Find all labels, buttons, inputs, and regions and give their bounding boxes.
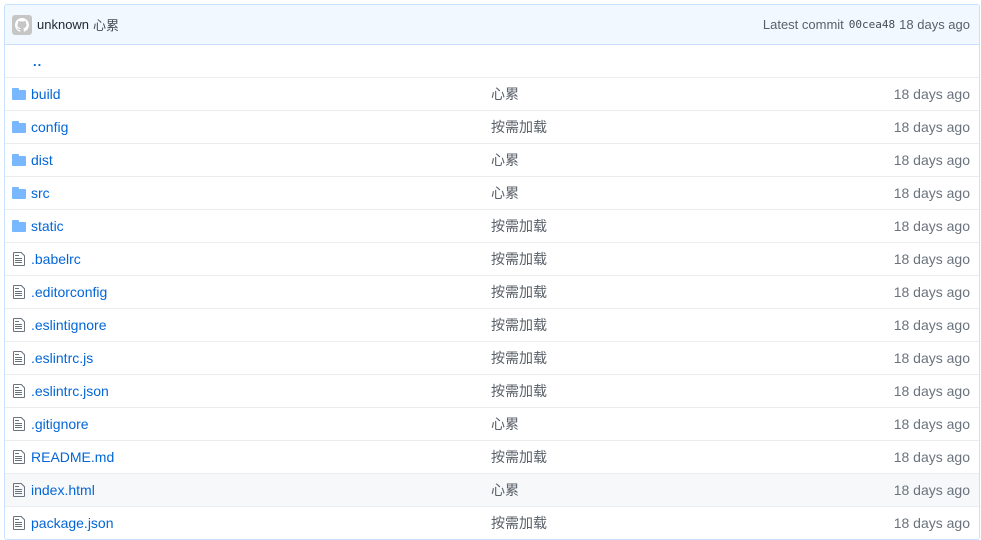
file-icon — [11, 350, 27, 366]
commit-age: 18 days ago — [893, 317, 970, 333]
github-avatar-icon[interactable] — [12, 14, 32, 35]
file-icon — [11, 383, 27, 399]
folder-icon — [11, 218, 27, 234]
latest-commit-bar: unknown 心累 Latest commit 00cea48 18 days… — [5, 5, 979, 45]
file-name-link[interactable]: .eslintignore — [31, 317, 491, 333]
commit-sha[interactable]: 00cea48 — [849, 18, 895, 31]
commit-age: 18 days ago — [893, 119, 970, 135]
commit-age: 18 days ago — [893, 350, 970, 366]
commit-age: 18 days ago — [893, 383, 970, 399]
commit-message-link[interactable]: 心累 — [491, 480, 894, 500]
file-name-link[interactable]: .editorconfig — [31, 284, 491, 300]
file-name-link[interactable]: .eslintrc.js — [31, 350, 491, 366]
file-icon — [11, 515, 27, 531]
file-row[interactable]: .eslintignore 按需加载 18 days ago — [5, 308, 979, 341]
commit-message-link[interactable]: 按需加载 — [491, 381, 894, 401]
parent-directory-link[interactable]: .. — [33, 54, 42, 69]
file-listing: unknown 心累 Latest commit 00cea48 18 days… — [4, 4, 980, 540]
file-name-link[interactable]: .eslintrc.json — [31, 383, 491, 399]
file-name-link[interactable]: README.md — [31, 449, 491, 465]
commit-message[interactable]: 心累 — [93, 15, 119, 34]
commit-age: 18 days ago — [893, 185, 970, 201]
file-icon — [11, 416, 27, 432]
file-icon — [11, 284, 27, 300]
folder-icon — [11, 119, 27, 135]
commit-message-link[interactable]: 心累 — [491, 414, 894, 434]
file-icon — [11, 449, 27, 465]
commit-age: 18 days ago — [893, 251, 970, 267]
file-row[interactable]: .editorconfig 按需加载 18 days ago — [5, 275, 979, 308]
parent-directory-row[interactable]: .. — [5, 45, 979, 78]
file-name-link[interactable]: .babelrc — [31, 251, 491, 267]
commit-age: 18 days ago — [893, 449, 970, 465]
commit-message-link[interactable]: 按需加载 — [491, 249, 894, 269]
file-row[interactable]: static 按需加载 18 days ago — [5, 209, 979, 242]
folder-icon — [11, 86, 27, 102]
commit-message-link[interactable]: 心累 — [491, 183, 894, 203]
commit-age: 18 days ago — [893, 218, 970, 234]
commit-age: 18 days ago — [893, 515, 970, 531]
commit-age: 18 days ago — [893, 86, 970, 102]
commit-message-link[interactable]: 心累 — [491, 150, 894, 170]
file-row[interactable]: config 按需加载 18 days ago — [5, 110, 979, 143]
commit-message-link[interactable]: 按需加载 — [491, 447, 894, 467]
folder-icon — [11, 185, 27, 201]
commit-message-link[interactable]: 按需加载 — [491, 348, 894, 368]
file-icon — [11, 482, 27, 498]
file-name-link[interactable]: index.html — [31, 482, 491, 498]
file-row[interactable]: src 心累 18 days ago — [5, 176, 979, 209]
latest-commit-label: Latest commit — [762, 17, 844, 32]
commit-message-link[interactable]: 按需加载 — [491, 282, 894, 302]
file-row[interactable]: package.json 按需加载 18 days ago — [5, 506, 979, 539]
commit-age: 18 days ago — [893, 482, 970, 498]
commit-message-link[interactable]: 按需加载 — [491, 216, 894, 236]
file-row[interactable]: dist 心累 18 days ago — [5, 143, 979, 176]
file-name-link[interactable]: dist — [31, 152, 491, 168]
file-name-link[interactable]: .gitignore — [31, 416, 491, 432]
file-row[interactable]: .eslintrc.js 按需加载 18 days ago — [5, 341, 979, 374]
commit-message-link[interactable]: 按需加载 — [491, 513, 894, 533]
file-icon — [11, 317, 27, 333]
commit-message-link[interactable]: 心累 — [491, 84, 894, 104]
commit-age: 18 days ago — [893, 416, 970, 432]
file-name-link[interactable]: config — [31, 119, 491, 135]
commit-age: 18 days ago — [893, 284, 970, 300]
file-name-link[interactable]: package.json — [31, 515, 491, 531]
file-name-link[interactable]: static — [31, 218, 491, 234]
file-name-link[interactable]: build — [31, 86, 491, 102]
commit-age: 18 days ago — [893, 152, 970, 168]
commit-author[interactable]: unknown — [37, 17, 89, 32]
file-rows: build 心累 18 days ago config 按需加载 18 days ago… — [5, 78, 979, 539]
file-row[interactable]: .gitignore 心累 18 days ago — [5, 407, 979, 440]
commit-age: 18 days ago — [899, 17, 970, 32]
file-row[interactable]: README.md 按需加载 18 days ago — [5, 440, 979, 473]
file-name-link[interactable]: src — [31, 185, 491, 201]
file-row[interactable]: .babelrc 按需加载 18 days ago — [5, 242, 979, 275]
commit-message-link[interactable]: 按需加载 — [491, 117, 894, 137]
latest-commit-info: Latest commit 00cea48 18 days ago — [763, 17, 970, 32]
file-icon — [11, 251, 27, 267]
file-row[interactable]: build 心累 18 days ago — [5, 78, 979, 110]
folder-icon — [11, 152, 27, 168]
commit-message-link[interactable]: 按需加载 — [491, 315, 894, 335]
file-row[interactable]: index.html 心累 18 days ago — [5, 473, 979, 506]
file-row[interactable]: .eslintrc.json 按需加载 18 days ago — [5, 374, 979, 407]
